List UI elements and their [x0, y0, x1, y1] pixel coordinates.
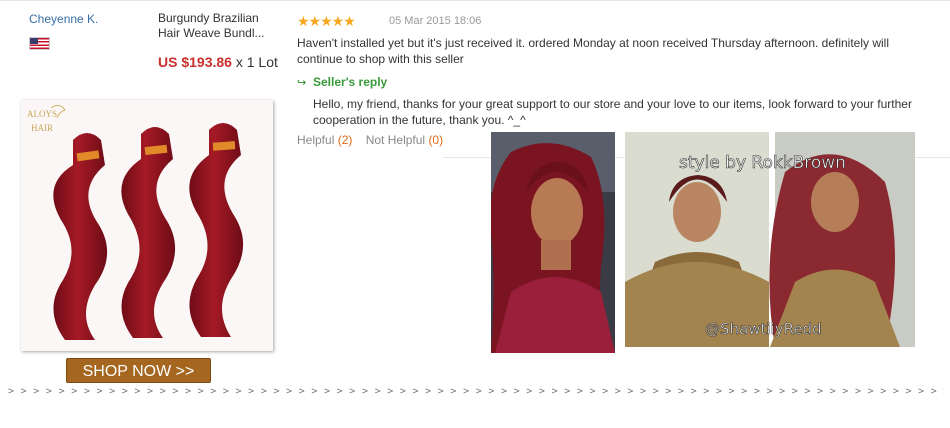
price-quantity: x 1 Lot [231, 54, 278, 70]
not-helpful-count: (0) [428, 133, 444, 147]
section-divider-arrows: > > > > > > > > > > > > > > > > > > > > … [8, 386, 944, 397]
order-price: US $193.86 x 1 Lot [158, 54, 278, 70]
hair-bundles-illustration: ALOYS HAIR [27, 104, 244, 340]
feedback-row: Helpful (2) Not Helpful (0) [297, 133, 443, 147]
photo-caption-top: style by RokkBrown [679, 153, 846, 173]
review-text: Haven't installed yet but it's just rece… [297, 36, 890, 66]
not-helpful-label: Not Helpful [365, 133, 426, 147]
helpful-count: (2) [337, 133, 353, 147]
not-helpful-button[interactable]: Not Helpful (0) [366, 133, 443, 147]
us-flag-icon [29, 37, 50, 50]
selfie-illustration [491, 132, 615, 353]
helpful-button[interactable]: Helpful (2) [297, 133, 352, 147]
svg-text:ALOYS: ALOYS [27, 109, 57, 119]
svg-text:HAIR: HAIR [31, 123, 53, 133]
review-date: 05 Mar 2015 18:06 [389, 15, 482, 27]
price-amount: US $193.86 [158, 54, 232, 70]
photo-caption-bottom: @ShawtiiyRedd [705, 320, 822, 338]
rating-stars-icon: ★★★★★ [297, 13, 356, 29]
product-image[interactable]: ALOYS HAIR [21, 100, 273, 351]
seller-reply-label: Seller's reply [313, 75, 388, 89]
customer-photo-1[interactable] [491, 132, 615, 353]
customer-photo-2[interactable]: style by RokkBrown @ShawtiiyRedd [625, 132, 915, 347]
top-divider [0, 0, 950, 1]
reply-arrow-icon: ↪ [297, 77, 307, 89]
shop-now-button[interactable]: SHOP NOW >> [66, 358, 211, 383]
product-title-link[interactable]: Burgundy Brazilian Hair Weave Bundl... [158, 11, 278, 41]
seller-reply-text: Hello, my friend, thanks for your great … [313, 97, 912, 127]
before-after-illustration: style by RokkBrown @ShawtiiyRedd [625, 132, 915, 347]
helpful-label: Helpful [297, 133, 335, 147]
buyer-name-link[interactable]: Cheyenne K. [29, 12, 98, 26]
